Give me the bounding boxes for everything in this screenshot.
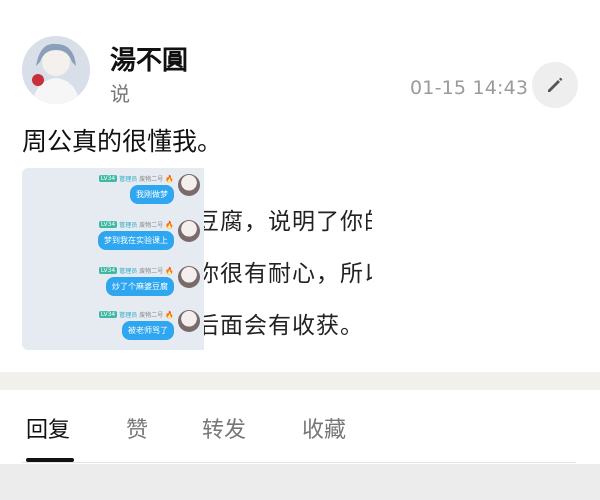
chat-sender: 废物二号 xyxy=(139,176,164,183)
chat-meta: LV34 管理员 废物二号 🔥 xyxy=(98,310,174,319)
chat-sender: 废物二号 xyxy=(139,312,164,319)
role-badge: 管理员 xyxy=(119,222,138,229)
post-timestamp: 01-15 14:43 xyxy=(410,77,529,99)
level-badge: LV34 xyxy=(98,175,118,182)
tab-bar: 回复 赞 转发 收藏 xyxy=(0,390,600,464)
edit-button[interactable] xyxy=(532,62,578,108)
chat-avatar xyxy=(178,266,200,288)
chat-avatar xyxy=(178,220,200,242)
tab-favorite[interactable]: 收藏 xyxy=(302,412,346,444)
tab-reply[interactable]: 回复 xyxy=(26,412,70,444)
post-action-label: 说 xyxy=(110,82,130,106)
author-name[interactable]: 湯不圓 xyxy=(110,40,188,77)
fire-icon: 🔥 xyxy=(165,266,174,275)
chat-bubble: 炒了个麻婆豆腐 xyxy=(106,277,174,296)
post-content: 周公真的很懂我。 xyxy=(22,127,223,156)
level-badge: LV34 xyxy=(98,311,118,318)
chat-row: LV34 管理员 废物二号 🔥 我刚做梦 xyxy=(22,172,202,216)
role-badge: 管理员 xyxy=(119,176,138,183)
pencil-icon xyxy=(548,77,563,92)
chat-bubble: 被老师骂了 xyxy=(122,321,174,340)
image-text-line: 豆腐，说明了你的 xyxy=(204,209,372,235)
chat-screenshot: LV34 管理员 废物二号 🔥 我刚做梦 LV34 管理员 废物二号 🔥 梦到我… xyxy=(22,168,204,350)
chat-meta: LV34 管理员 废物二号 🔥 xyxy=(98,220,174,229)
image-text-panel: 豆腐，说明了你的 你很有耐心，所以 后面会有收获。 xyxy=(204,168,372,350)
image-text-line: 你很有耐心，所以 xyxy=(204,261,372,287)
chat-avatar xyxy=(178,310,200,332)
section-divider xyxy=(0,372,600,390)
role-badge: 管理员 xyxy=(119,268,138,275)
post-image[interactable]: LV34 管理员 废物二号 🔥 我刚做梦 LV34 管理员 废物二号 🔥 梦到我… xyxy=(22,168,372,350)
post-card: 湯不圓 说 01-15 14:43 周公真的很懂我。 LV34 管理员 废物二号… xyxy=(0,0,600,372)
bottom-area xyxy=(0,464,600,500)
level-badge: LV34 xyxy=(98,221,118,228)
tab-divider xyxy=(22,462,576,463)
tab-repost[interactable]: 转发 xyxy=(202,412,246,444)
chat-bubble: 我刚做梦 xyxy=(130,185,174,204)
user-avatar[interactable] xyxy=(22,36,90,104)
chat-meta: LV34 管理员 废物二号 🔥 xyxy=(98,174,174,183)
fire-icon: 🔥 xyxy=(165,310,174,319)
avatar-image xyxy=(22,36,90,104)
tab-like[interactable]: 赞 xyxy=(126,412,148,444)
chat-sender: 废物二号 xyxy=(139,268,164,275)
fire-icon: 🔥 xyxy=(165,174,174,183)
fire-icon: 🔥 xyxy=(165,220,174,229)
role-badge: 管理员 xyxy=(119,312,138,319)
chat-row: LV34 管理员 废物二号 🔥 梦到我在实验课上 xyxy=(22,218,202,262)
chat-sender: 废物二号 xyxy=(139,222,164,229)
chat-meta: LV34 管理员 废物二号 🔥 xyxy=(98,266,174,275)
chat-avatar xyxy=(178,174,200,196)
image-text-line: 后面会有收获。 xyxy=(204,313,364,339)
chat-bubble: 梦到我在实验课上 xyxy=(98,231,174,250)
level-badge: LV34 xyxy=(98,267,118,274)
chat-row: LV34 管理员 废物二号 🔥 被老师骂了 xyxy=(22,308,202,350)
chat-row: LV34 管理员 废物二号 🔥 炒了个麻婆豆腐 xyxy=(22,264,202,308)
